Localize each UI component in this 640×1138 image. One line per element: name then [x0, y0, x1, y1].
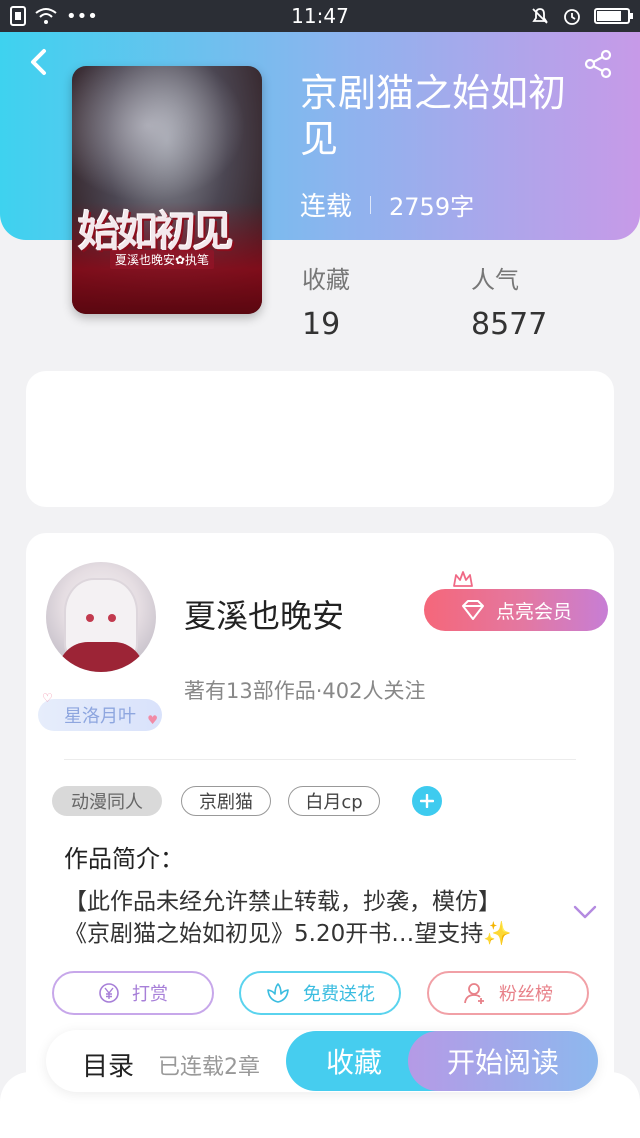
flower-icon: [267, 983, 289, 1003]
send-flower-label: 免费送花: [303, 984, 375, 1005]
popularity-value: 8577: [471, 307, 548, 342]
sim-icon: [10, 6, 26, 26]
status-bar: ••• 11:47: [0, 0, 640, 32]
vip-button[interactable]: 点亮会员: [424, 589, 608, 631]
back-button[interactable]: [20, 44, 56, 80]
cover-author: 夏溪也晚安✿执笔: [110, 250, 215, 269]
tag-item[interactable]: 白月cp: [288, 786, 380, 816]
send-flower-button[interactable]: 免费送花: [239, 971, 401, 1015]
favorites-value: 19: [302, 307, 341, 342]
bell-off-icon: [532, 8, 548, 24]
avatar-badge-label: 星洛月叶: [64, 706, 136, 727]
tag-item[interactable]: 京剧猫: [181, 786, 271, 816]
book-status: 连载: [300, 192, 353, 222]
word-count: 2759字: [389, 193, 475, 221]
alarm-icon: [564, 9, 580, 25]
diamond-icon: [461, 600, 484, 620]
expand-button[interactable]: [570, 900, 600, 924]
chevron-left-icon: [31, 49, 46, 75]
book-title: 京剧猫之始如初见: [300, 71, 567, 161]
battery-icon: [594, 8, 633, 24]
avatar[interactable]: [46, 562, 156, 672]
collect-label: 收藏: [325, 1046, 382, 1079]
vip-button-label: 点亮会员: [495, 600, 572, 623]
reward-label: 打赏: [132, 984, 168, 1005]
intro-line: 《京剧猫之始如初见》5.20开书…望支持✨: [64, 921, 512, 947]
start-reading-label: 开始阅读: [446, 1046, 559, 1079]
plus-icon: [420, 794, 434, 808]
blank-card: [26, 371, 614, 507]
divider: [64, 759, 576, 760]
book-meta: 连载 2759字: [300, 186, 474, 223]
author-stats: 著有13部作品·402人关注: [184, 679, 426, 703]
popularity-label: 人气: [471, 266, 519, 294]
author-name[interactable]: 夏溪也晚安: [184, 591, 344, 637]
chevron-down-icon: [573, 905, 597, 919]
add-tag-button[interactable]: [412, 786, 442, 816]
wifi-icon: [35, 8, 57, 24]
start-reading-button[interactable]: 开始阅读: [408, 1031, 598, 1091]
intro-line: 【此作品未经允许禁止转载，抄袭，模仿】: [64, 889, 501, 915]
chapter-count: 已连载2章: [158, 1055, 260, 1080]
favorites-label: 收藏: [302, 266, 350, 294]
fans-ranking-button[interactable]: 粉丝榜: [427, 971, 589, 1015]
toc-button[interactable]: 目录: [82, 1046, 134, 1083]
intro-label: 作品简介：: [64, 845, 184, 873]
tag-item[interactable]: 动漫同人: [52, 786, 162, 816]
person-icon: [464, 983, 484, 1004]
more-indicator: •••: [66, 5, 98, 27]
yen-coin-icon: [99, 983, 119, 1003]
avatar-badge: ♡ 星洛月叶 ♥: [38, 691, 162, 731]
meta-divider: [370, 195, 372, 214]
reward-button[interactable]: 打赏: [52, 971, 214, 1015]
intro-text[interactable]: 【此作品未经允许禁止转载，抄袭，模仿】 《京剧猫之始如初见》5.20开书…望支持…: [64, 886, 564, 950]
book-cover[interactable]: 始如初见 夏溪也晚安✿执笔: [72, 66, 262, 314]
fans-ranking-label: 粉丝榜: [499, 984, 553, 1005]
